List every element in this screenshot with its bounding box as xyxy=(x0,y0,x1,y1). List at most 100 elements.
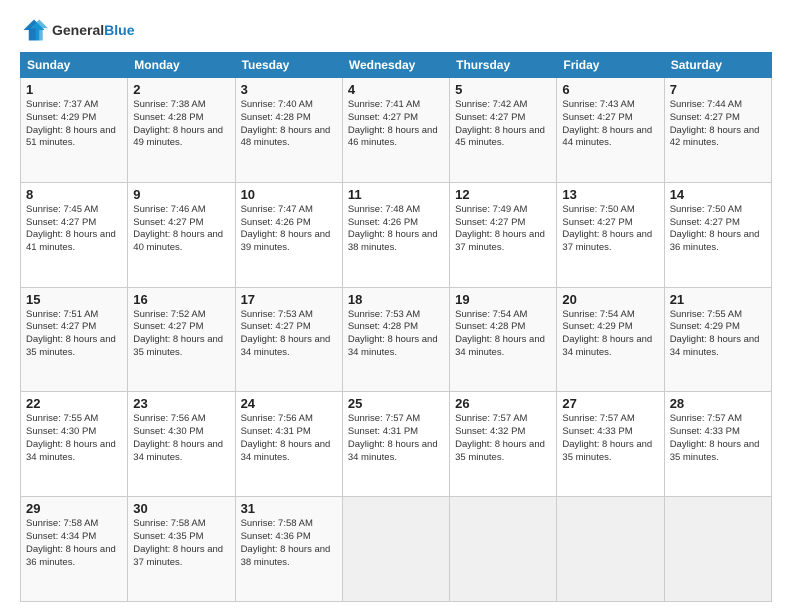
day-info: Sunrise: 7:47 AMSunset: 4:26 PMDaylight:… xyxy=(241,204,337,255)
calendar-cell: 17Sunrise: 7:53 AMSunset: 4:27 PMDayligh… xyxy=(235,287,342,392)
day-number: 22 xyxy=(26,396,122,411)
day-number: 5 xyxy=(455,82,551,97)
day-info: Sunrise: 7:53 AMSunset: 4:28 PMDaylight:… xyxy=(348,309,444,360)
calendar-cell: 24 Sunrise: 7:56 AMSunset: 4:31 PMDayligh… xyxy=(235,392,342,497)
weekday-header: Monday xyxy=(128,53,235,78)
day-number: 16 xyxy=(133,292,229,307)
day-number: 14 xyxy=(670,187,766,202)
day-info: Sunrise: 7:51 AMSunset: 4:27 PMDaylight:… xyxy=(26,309,122,360)
day-info: Sunrise: 7:42 AMSunset: 4:27 PMDaylight:… xyxy=(455,99,551,150)
day-number: 23 xyxy=(133,396,229,411)
day-info: Sunrise: 7:46 AMSunset: 4:27 PMDaylight:… xyxy=(133,204,229,255)
day-info: Sunrise: 7:58 AMSunset: 4:35 PMDaylight:… xyxy=(133,518,229,569)
calendar-cell: 9 Sunrise: 7:46 AMSunset: 4:27 PMDaylight… xyxy=(128,182,235,287)
calendar-cell: 21Sunrise: 7:55 AMSunset: 4:29 PMDayligh… xyxy=(664,287,771,392)
day-info: Sunrise: 7:58 AMSunset: 4:36 PMDaylight:… xyxy=(241,518,337,569)
calendar-cell: 12 Sunrise: 7:49 AMSunset: 4:27 PMDayligh… xyxy=(450,182,557,287)
day-number: 7 xyxy=(670,82,766,97)
day-number: 4 xyxy=(348,82,444,97)
day-info: Sunrise: 7:54 AMSunset: 4:28 PMDaylight:… xyxy=(455,309,551,360)
weekday-header: Saturday xyxy=(664,53,771,78)
calendar-cell: 29Sunrise: 7:58 AMSunset: 4:34 PMDayligh… xyxy=(21,497,128,602)
calendar-cell xyxy=(557,497,664,602)
calendar-cell: 30 Sunrise: 7:58 AMSunset: 4:35 PMDayligh… xyxy=(128,497,235,602)
day-info: Sunrise: 7:57 AMSunset: 4:33 PMDaylight:… xyxy=(562,413,658,464)
day-info: Sunrise: 7:55 AMSunset: 4:30 PMDaylight:… xyxy=(26,413,122,464)
day-info: Sunrise: 7:50 AMSunset: 4:27 PMDaylight:… xyxy=(562,204,658,255)
day-info: Sunrise: 7:56 AMSunset: 4:31 PMDaylight:… xyxy=(241,413,337,464)
calendar-cell: 1Sunrise: 7:37 AMSunset: 4:29 PMDaylight… xyxy=(21,78,128,183)
day-number: 29 xyxy=(26,501,122,516)
day-number: 20 xyxy=(562,292,658,307)
calendar-cell: 13 Sunrise: 7:50 AMSunset: 4:27 PMDayligh… xyxy=(557,182,664,287)
calendar-cell: 19 Sunrise: 7:54 AMSunset: 4:28 PMDayligh… xyxy=(450,287,557,392)
day-info: Sunrise: 7:52 AMSunset: 4:27 PMDaylight:… xyxy=(133,309,229,360)
logo: GeneralBlue xyxy=(20,16,134,44)
calendar-cell: 31Sunrise: 7:58 AMSunset: 4:36 PMDayligh… xyxy=(235,497,342,602)
day-info: Sunrise: 7:50 AMSunset: 4:27 PMDaylight:… xyxy=(670,204,766,255)
day-number: 25 xyxy=(348,396,444,411)
calendar-cell: 4 Sunrise: 7:41 AMSunset: 4:27 PMDaylight… xyxy=(342,78,449,183)
day-number: 15 xyxy=(26,292,122,307)
calendar-cell: 20 Sunrise: 7:54 AMSunset: 4:29 PMDayligh… xyxy=(557,287,664,392)
day-info: Sunrise: 7:38 AMSunset: 4:28 PMDaylight:… xyxy=(133,99,229,150)
day-number: 24 xyxy=(241,396,337,411)
day-info: Sunrise: 7:54 AMSunset: 4:29 PMDaylight:… xyxy=(562,309,658,360)
day-info: Sunrise: 7:57 AMSunset: 4:32 PMDaylight:… xyxy=(455,413,551,464)
calendar-cell: 16 Sunrise: 7:52 AMSunset: 4:27 PMDayligh… xyxy=(128,287,235,392)
calendar-cell: 18 Sunrise: 7:53 AMSunset: 4:28 PMDayligh… xyxy=(342,287,449,392)
page: GeneralBlue SundayMondayTuesdayWednesday… xyxy=(0,0,792,612)
calendar-cell: 14 Sunrise: 7:50 AMSunset: 4:27 PMDayligh… xyxy=(664,182,771,287)
calendar-cell: 6 Sunrise: 7:43 AMSunset: 4:27 PMDaylight… xyxy=(557,78,664,183)
day-number: 26 xyxy=(455,396,551,411)
calendar-cell: 2Sunrise: 7:38 AMSunset: 4:28 PMDaylight… xyxy=(128,78,235,183)
day-number: 11 xyxy=(348,187,444,202)
calendar-cell: 22 Sunrise: 7:55 AMSunset: 4:30 PMDayligh… xyxy=(21,392,128,497)
day-info: Sunrise: 7:41 AMSunset: 4:27 PMDaylight:… xyxy=(348,99,444,150)
calendar-cell: 10 Sunrise: 7:47 AMSunset: 4:26 PMDayligh… xyxy=(235,182,342,287)
day-number: 30 xyxy=(133,501,229,516)
day-info: Sunrise: 7:45 AMSunset: 4:27 PMDaylight:… xyxy=(26,204,122,255)
calendar-cell: 27Sunrise: 7:57 AMSunset: 4:33 PMDayligh… xyxy=(557,392,664,497)
day-info: Sunrise: 7:40 AMSunset: 4:28 PMDaylight:… xyxy=(241,99,337,150)
calendar-cell: 25 Sunrise: 7:57 AMSunset: 4:31 PMDayligh… xyxy=(342,392,449,497)
calendar-cell: 7 Sunrise: 7:44 AMSunset: 4:27 PMDaylight… xyxy=(664,78,771,183)
day-info: Sunrise: 7:37 AMSunset: 4:29 PMDaylight:… xyxy=(26,99,122,150)
day-info: Sunrise: 7:57 AMSunset: 4:33 PMDaylight:… xyxy=(670,413,766,464)
calendar-cell: 26 Sunrise: 7:57 AMSunset: 4:32 PMDayligh… xyxy=(450,392,557,497)
calendar-cell: 23 Sunrise: 7:56 AMSunset: 4:30 PMDayligh… xyxy=(128,392,235,497)
day-number: 19 xyxy=(455,292,551,307)
day-info: Sunrise: 7:53 AMSunset: 4:27 PMDaylight:… xyxy=(241,309,337,360)
weekday-header: Thursday xyxy=(450,53,557,78)
calendar-cell: 15 Sunrise: 7:51 AMSunset: 4:27 PMDayligh… xyxy=(21,287,128,392)
day-info: Sunrise: 7:56 AMSunset: 4:30 PMDaylight:… xyxy=(133,413,229,464)
day-number: 3 xyxy=(241,82,337,97)
day-info: Sunrise: 7:48 AMSunset: 4:26 PMDaylight:… xyxy=(348,204,444,255)
weekday-header: Tuesday xyxy=(235,53,342,78)
day-info: Sunrise: 7:55 AMSunset: 4:29 PMDaylight:… xyxy=(670,309,766,360)
calendar-cell xyxy=(342,497,449,602)
logo-text: GeneralBlue xyxy=(52,22,134,39)
header: GeneralBlue xyxy=(20,16,772,44)
day-info: Sunrise: 7:49 AMSunset: 4:27 PMDaylight:… xyxy=(455,204,551,255)
calendar-table: SundayMondayTuesdayWednesdayThursdayFrid… xyxy=(20,52,772,602)
calendar-cell: 11 Sunrise: 7:48 AMSunset: 4:26 PMDayligh… xyxy=(342,182,449,287)
calendar-cell xyxy=(664,497,771,602)
day-number: 28 xyxy=(670,396,766,411)
day-number: 12 xyxy=(455,187,551,202)
calendar-cell xyxy=(450,497,557,602)
day-info: Sunrise: 7:57 AMSunset: 4:31 PMDaylight:… xyxy=(348,413,444,464)
day-info: Sunrise: 7:43 AMSunset: 4:27 PMDaylight:… xyxy=(562,99,658,150)
logo-icon xyxy=(20,16,48,44)
day-number: 8 xyxy=(26,187,122,202)
calendar-cell: 28 Sunrise: 7:57 AMSunset: 4:33 PMDayligh… xyxy=(664,392,771,497)
day-number: 9 xyxy=(133,187,229,202)
weekday-header: Sunday xyxy=(21,53,128,78)
weekday-header: Friday xyxy=(557,53,664,78)
day-number: 13 xyxy=(562,187,658,202)
day-number: 18 xyxy=(348,292,444,307)
day-info: Sunrise: 7:44 AMSunset: 4:27 PMDaylight:… xyxy=(670,99,766,150)
day-number: 10 xyxy=(241,187,337,202)
day-number: 6 xyxy=(562,82,658,97)
calendar-cell: 5 Sunrise: 7:42 AMSunset: 4:27 PMDaylight… xyxy=(450,78,557,183)
